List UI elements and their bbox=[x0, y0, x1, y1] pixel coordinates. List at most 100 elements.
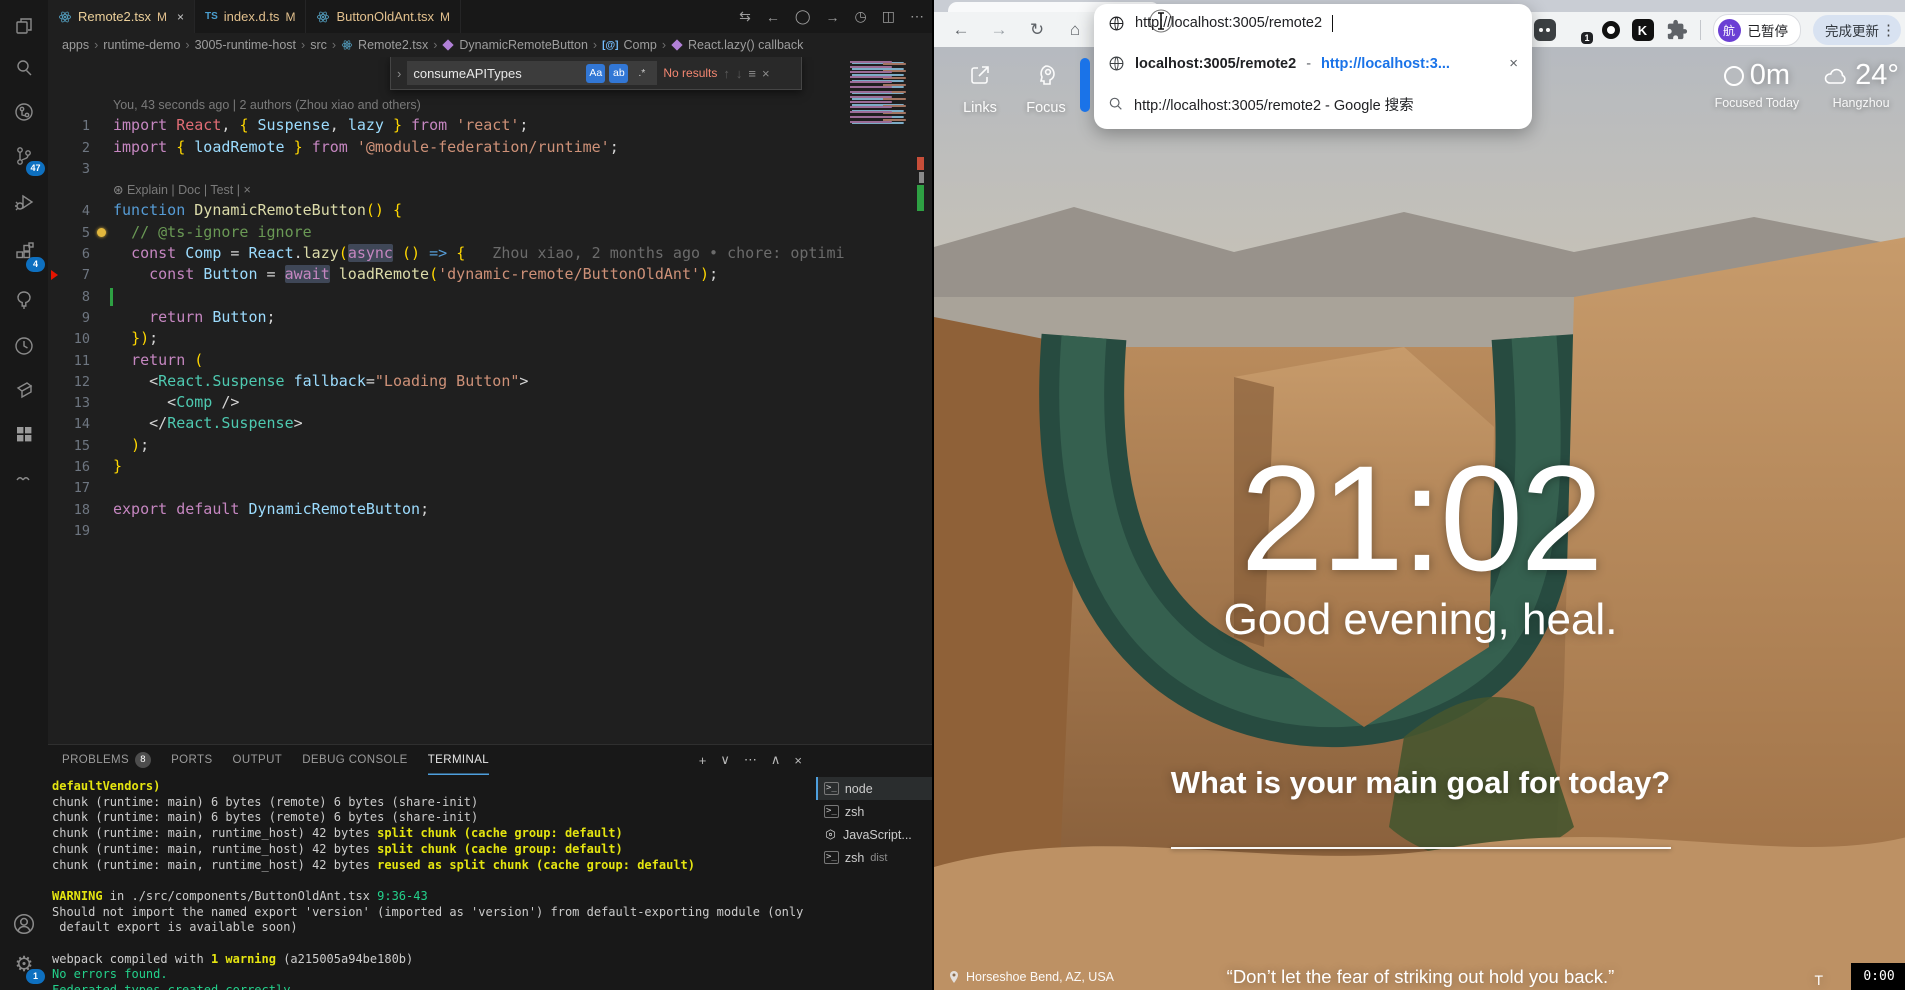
breadcrumb-item[interactable]: React.lazy() callback bbox=[688, 38, 803, 52]
code-editor[interactable]: You, 43 seconds ago | 2 authors (Zhou xi… bbox=[48, 57, 932, 744]
profile-chip[interactable]: 航 已暂停 bbox=[1713, 14, 1802, 46]
extensions-icon[interactable]: 4 bbox=[0, 232, 48, 272]
photo-location[interactable]: Horseshoe Bend, AZ, USA bbox=[948, 970, 1114, 984]
find-next-icon[interactable]: ↓ bbox=[736, 66, 743, 81]
tab-output[interactable]: OUTPUT bbox=[233, 745, 283, 775]
account-icon[interactable] bbox=[0, 904, 48, 944]
modified-indicator: M bbox=[440, 10, 450, 24]
reload-icon[interactable]: ↻ bbox=[1024, 17, 1050, 43]
tab-ports[interactable]: PORTS bbox=[171, 745, 212, 775]
back-icon[interactable]: ← bbox=[948, 17, 974, 43]
nav-back-icon[interactable]: ← bbox=[766, 9, 780, 25]
terminal-output[interactable]: defaultVendors)chunk (runtime: main) 6 b… bbox=[52, 779, 814, 990]
browser-menu-icon[interactable]: ⋮ bbox=[1881, 21, 1896, 39]
globe-extension-icon[interactable]: 1 bbox=[1568, 19, 1590, 41]
ring-extension-icon[interactable] bbox=[1602, 21, 1620, 39]
code-line: 15 ); bbox=[48, 435, 845, 456]
home-icon[interactable]: ⌂ bbox=[1062, 17, 1088, 43]
focused-today-stat[interactable]: 0m Focused Today bbox=[1715, 59, 1800, 110]
new-terminal-icon[interactable]: + bbox=[699, 753, 707, 768]
ribbon-extension-icon[interactable] bbox=[0, 370, 48, 410]
breadcrumb-item[interactable]: Comp bbox=[624, 38, 657, 52]
code-line: 16} bbox=[48, 456, 845, 477]
tab-close-icon[interactable]: × bbox=[177, 10, 184, 24]
code-lines[interactable]: You, 43 seconds ago | 2 authors (Zhou xi… bbox=[48, 94, 845, 541]
session-label: zsh bbox=[845, 805, 864, 819]
avatar: 航 bbox=[1718, 19, 1741, 42]
breadcrumb-item[interactable]: Remote2.tsx bbox=[358, 38, 428, 52]
weather-stat[interactable]: 24° Hangzhou bbox=[1823, 59, 1899, 110]
nav-forward-icon[interactable]: → bbox=[826, 9, 840, 25]
source-control-icon[interactable]: 47 bbox=[0, 136, 48, 176]
find-expand-icon[interactable]: › bbox=[397, 66, 401, 81]
update-chip[interactable]: 完成更新 ⋮ bbox=[1813, 15, 1901, 45]
testing-icon[interactable] bbox=[0, 280, 48, 320]
vscode-window: 47 4 ⚙1 Remote2.tsx M × TS index.d.ts M bbox=[0, 0, 932, 990]
breadcrumb-item[interactable]: DynamicRemoteButton bbox=[459, 38, 588, 52]
match-case-toggle[interactable]: Aa bbox=[586, 64, 605, 83]
find-widget: › consumeAPITypes Aa ab .* No results ↑ … bbox=[390, 57, 802, 90]
session-zsh-dist[interactable]: >_zshdist bbox=[816, 846, 932, 869]
tab-debug-console[interactable]: DEBUG CONSOLE bbox=[302, 745, 408, 775]
session-zsh[interactable]: >_zsh bbox=[816, 800, 932, 823]
forward-icon[interactable]: → bbox=[986, 17, 1012, 43]
settings-gear-icon[interactable]: ⚙1 bbox=[0, 944, 48, 984]
lightbulb-icon[interactable] bbox=[97, 228, 106, 237]
tab-terminal[interactable]: TERMINAL bbox=[428, 745, 489, 775]
find-close-icon[interactable]: × bbox=[762, 66, 770, 81]
find-prev-icon[interactable]: ↑ bbox=[723, 66, 730, 81]
whole-word-toggle[interactable]: ab bbox=[609, 64, 628, 83]
more-actions-icon[interactable]: ⋯ bbox=[910, 8, 924, 25]
find-input[interactable]: consumeAPITypes Aa ab .* bbox=[407, 61, 657, 85]
terminal-line: chunk (runtime: main) 6 bytes (remote) 6… bbox=[52, 810, 814, 826]
k-extension-icon[interactable]: K bbox=[1632, 19, 1654, 41]
grid-icon[interactable] bbox=[0, 414, 48, 454]
panel-more-icon[interactable]: ⋯ bbox=[744, 752, 757, 768]
find-query: consumeAPITypes bbox=[413, 66, 582, 81]
dark-extension-icon[interactable] bbox=[1534, 19, 1556, 41]
breadcrumb-item[interactable]: apps bbox=[62, 38, 89, 52]
url-suggestion-row[interactable]: localhost:3005/remote2 - http://localhos… bbox=[1094, 42, 1532, 85]
explorer-icon[interactable] bbox=[0, 6, 48, 46]
code-line: You, 43 seconds ago | 2 authors (Zhou xi… bbox=[48, 94, 845, 115]
panel-tab-label: PROBLEMS bbox=[62, 754, 129, 766]
focus-button[interactable]: Focus bbox=[1016, 63, 1076, 116]
breadcrumb-item[interactable]: src bbox=[310, 38, 327, 52]
remove-suggestion-icon[interactable]: × bbox=[1509, 55, 1518, 72]
extensions-puzzle-icon[interactable] bbox=[1666, 19, 1688, 41]
timeline-run-icon[interactable]: ◷ bbox=[855, 8, 867, 25]
breadcrumb-item[interactable]: runtime-demo bbox=[103, 38, 180, 52]
nav-circle-icon[interactable]: ◯ bbox=[795, 8, 811, 25]
waves-icon[interactable] bbox=[0, 458, 48, 498]
session-label: node bbox=[845, 782, 873, 796]
timeline-icon[interactable] bbox=[0, 326, 48, 366]
mouse-cursor-ibeam bbox=[1148, 8, 1174, 39]
breadcrumb-item[interactable]: 3005-runtime-host bbox=[195, 38, 296, 52]
search-suggestion-row[interactable]: http://localhost:3005/remote2 - Google 搜… bbox=[1094, 85, 1532, 123]
session-node[interactable]: >_node bbox=[816, 777, 932, 800]
find-in-selection-icon[interactable]: ≡ bbox=[748, 66, 756, 81]
search-icon[interactable] bbox=[0, 48, 48, 88]
panel-close-icon[interactable]: × bbox=[794, 753, 802, 768]
terminal-line: chunk (runtime: main, runtime_host) 42 b… bbox=[52, 842, 814, 858]
tab-problems[interactable]: PROBLEMS8 bbox=[62, 745, 151, 775]
links-button[interactable]: Links bbox=[950, 63, 1010, 116]
minimap[interactable] bbox=[850, 61, 926, 125]
git-compare-icon[interactable]: ⇆ bbox=[739, 8, 751, 25]
session-js-debug[interactable]: JavaScript... bbox=[816, 823, 932, 846]
timer-badge[interactable]: 0:00 bbox=[1851, 963, 1905, 990]
tab-buttonoldant[interactable]: ButtonOldAnt.tsx M bbox=[306, 0, 461, 33]
tab-remote2[interactable]: Remote2.tsx M × bbox=[48, 0, 195, 33]
panel-maximize-icon[interactable]: ∧ bbox=[771, 752, 781, 768]
tab-label: ButtonOldAnt.tsx bbox=[336, 9, 434, 24]
goal-input[interactable] bbox=[1171, 847, 1671, 849]
terminal-dropdown-icon[interactable]: ∨ bbox=[720, 752, 730, 768]
codelens[interactable]: Explain | Doc | Test | × bbox=[48, 179, 845, 200]
remote-explorer-icon[interactable] bbox=[0, 92, 48, 132]
breadcrumb: apps› runtime-demo› 3005-runtime-host› s… bbox=[48, 33, 946, 57]
run-debug-icon[interactable] bbox=[0, 182, 48, 222]
split-editor-icon[interactable]: ◫ bbox=[882, 8, 895, 25]
terminal-line: WARNING in ./src/components/ButtonOldAnt… bbox=[52, 889, 814, 905]
regex-toggle[interactable]: .* bbox=[632, 64, 651, 83]
tab-indexdts[interactable]: TS index.d.ts M bbox=[195, 0, 306, 33]
